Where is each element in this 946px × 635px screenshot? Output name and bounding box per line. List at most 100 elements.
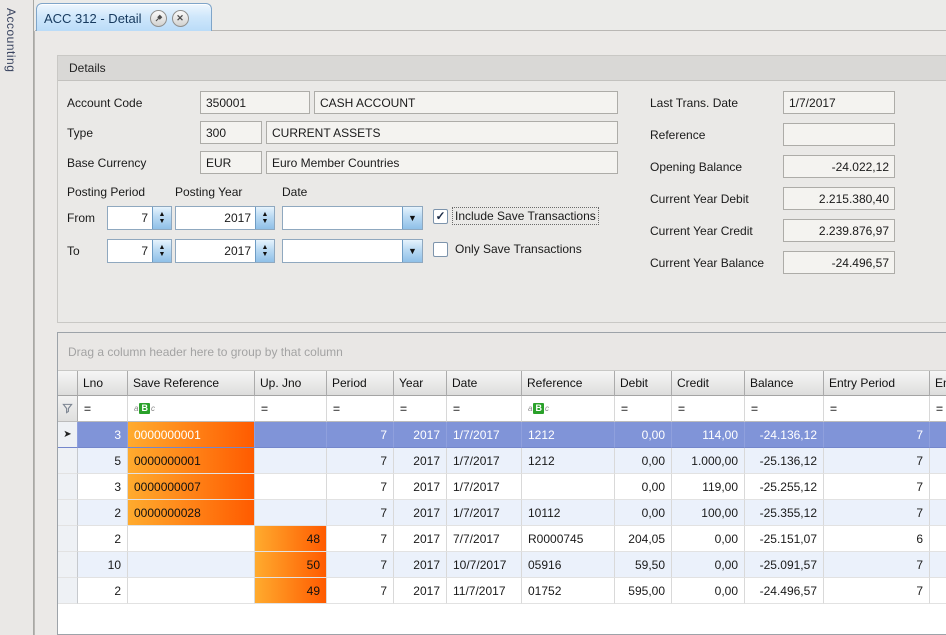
from-year-spin-buttons[interactable]: ▲▼ <box>255 207 274 229</box>
cell-debit[interactable]: 0,00 <box>615 500 672 526</box>
cell-period[interactable]: 7 <box>327 422 394 448</box>
cell-lno[interactable]: 5 <box>78 448 128 474</box>
cell-date[interactable]: 1/7/2017 <box>447 500 522 526</box>
sidebar-item-accounting[interactable]: Accounting <box>4 8 18 72</box>
column-header-debit[interactable]: Debit <box>615 371 672 396</box>
filter-cell-entry_period[interactable]: = <box>824 396 930 422</box>
cell-balance[interactable]: -24.136,12 <box>745 422 824 448</box>
column-header-up_jno[interactable]: Up. Jno <box>255 371 327 396</box>
cell-period[interactable]: 7 <box>327 500 394 526</box>
cell-year[interactable]: 2017 <box>394 500 447 526</box>
include-save-transactions-label[interactable]: Include Save Transactions <box>453 208 598 224</box>
group-by-panel[interactable]: Drag a column header here to group by th… <box>58 333 946 371</box>
cell-reference[interactable]: 1212 <box>522 448 615 474</box>
cell-save_ref[interactable] <box>128 552 255 578</box>
cell-reference[interactable]: R0000745 <box>522 526 615 552</box>
cell-balance[interactable]: -25.091,57 <box>745 552 824 578</box>
cell-year[interactable]: 2017 <box>394 474 447 500</box>
cell-period[interactable]: 7 <box>327 578 394 604</box>
column-header-reference[interactable]: Reference <box>522 371 615 396</box>
cell-year[interactable]: 2017 <box>394 526 447 552</box>
cell-date[interactable]: 7/7/2017 <box>447 526 522 552</box>
cell-period[interactable]: 7 <box>327 552 394 578</box>
from-period-spin-buttons[interactable]: ▲▼ <box>152 207 171 229</box>
cell-credit[interactable]: 119,00 <box>672 474 745 500</box>
cell-year[interactable]: 2017 <box>394 448 447 474</box>
table-row[interactable]: 20000000028720171/7/2017101120,00100,00-… <box>58 500 946 526</box>
cell-debit[interactable]: 595,00 <box>615 578 672 604</box>
close-icon[interactable]: ✕ <box>172 10 189 27</box>
filter-cell-up_jno[interactable]: = <box>255 396 327 422</box>
cell-lno[interactable]: 2 <box>78 526 128 552</box>
cell-save_ref[interactable]: 0000000007 <box>128 474 255 500</box>
chevron-down-icon[interactable]: ▼ <box>402 240 422 262</box>
spin-up-icon[interactable]: ▲ <box>262 245 269 251</box>
column-header-en[interactable]: En <box>930 371 946 396</box>
cell-lno[interactable]: 10 <box>78 552 128 578</box>
table-row[interactable]: 30000000007720171/7/20170,00119,00-25.25… <box>58 474 946 500</box>
cell-lno[interactable]: 3 <box>78 422 128 448</box>
cell-save_ref[interactable]: 0000000001 <box>128 422 255 448</box>
cell-period[interactable]: 7 <box>327 526 394 552</box>
from-year-stepper[interactable]: 2017 ▲▼ <box>175 206 275 230</box>
only-save-transactions-label[interactable]: Only Save Transactions <box>453 241 584 257</box>
type-code-input[interactable]: 300 <box>200 121 262 144</box>
only-save-transactions-checkbox[interactable] <box>433 242 448 257</box>
cell-entry_period[interactable]: 7 <box>824 474 930 500</box>
column-header-balance[interactable]: Balance <box>745 371 824 396</box>
filter-funnel-icon[interactable] <box>58 396 78 422</box>
column-header-year[interactable]: Year <box>394 371 447 396</box>
cell-debit[interactable]: 59,50 <box>615 552 672 578</box>
cell-up_jno[interactable] <box>255 448 327 474</box>
cell-balance[interactable]: -25.151,07 <box>745 526 824 552</box>
spin-down-icon[interactable]: ▼ <box>262 252 269 258</box>
cell-credit[interactable]: 100,00 <box>672 500 745 526</box>
filter-cell-year[interactable]: = <box>394 396 447 422</box>
cell-debit[interactable]: 0,00 <box>615 422 672 448</box>
cell-period[interactable]: 7 <box>327 448 394 474</box>
cell-balance[interactable]: -25.136,12 <box>745 448 824 474</box>
cell-lno[interactable]: 3 <box>78 474 128 500</box>
cell-balance[interactable]: -25.255,12 <box>745 474 824 500</box>
to-period-spin-buttons[interactable]: ▲▼ <box>152 240 171 262</box>
to-period-stepper[interactable]: 7 ▲▼ <box>107 239 172 263</box>
account-name-input[interactable]: CASH ACCOUNT <box>314 91 618 114</box>
spin-down-icon[interactable]: ▼ <box>159 219 166 225</box>
cell-balance[interactable]: -25.355,12 <box>745 500 824 526</box>
cell-save_ref[interactable] <box>128 578 255 604</box>
filter-cell-reference[interactable]: aBc <box>522 396 615 422</box>
to-date-combo[interactable]: ▼ <box>282 239 423 263</box>
cell-up_jno[interactable] <box>255 422 327 448</box>
type-desc-input[interactable]: CURRENT ASSETS <box>266 121 618 144</box>
column-header-lno[interactable]: Lno <box>78 371 128 396</box>
cell-debit[interactable]: 204,05 <box>615 526 672 552</box>
cell-period[interactable]: 7 <box>327 474 394 500</box>
cell-up_jno[interactable]: 48 <box>255 526 327 552</box>
currency-desc-input[interactable]: Euro Member Countries <box>266 151 618 174</box>
table-row[interactable]: ➤30000000001720171/7/201712120,00114,00-… <box>58 422 946 448</box>
table-row[interactable]: 248720177/7/2017R0000745204,050,00-25.15… <box>58 526 946 552</box>
cell-credit[interactable]: 1.000,00 <box>672 448 745 474</box>
cell-credit[interactable]: 114,00 <box>672 422 745 448</box>
cell-credit[interactable]: 0,00 <box>672 578 745 604</box>
filter-cell-date[interactable]: = <box>447 396 522 422</box>
cell-save_ref[interactable]: 0000000001 <box>128 448 255 474</box>
spin-down-icon[interactable]: ▼ <box>159 252 166 258</box>
cell-year[interactable]: 2017 <box>394 578 447 604</box>
cell-save_ref[interactable] <box>128 526 255 552</box>
cell-lno[interactable]: 2 <box>78 578 128 604</box>
filter-cell-debit[interactable]: = <box>615 396 672 422</box>
cell-en[interactable] <box>930 474 946 500</box>
cell-debit[interactable]: 0,00 <box>615 474 672 500</box>
to-year-stepper[interactable]: 2017 ▲▼ <box>175 239 275 263</box>
column-header-save_ref[interactable]: Save Reference <box>128 371 255 396</box>
to-year-spin-buttons[interactable]: ▲▼ <box>255 240 274 262</box>
filter-cell-credit[interactable]: = <box>672 396 745 422</box>
cell-en[interactable] <box>930 422 946 448</box>
cell-debit[interactable]: 0,00 <box>615 448 672 474</box>
cell-entry_period[interactable]: 7 <box>824 422 930 448</box>
cell-en[interactable] <box>930 552 946 578</box>
cell-en[interactable] <box>930 526 946 552</box>
column-header-date[interactable]: Date <box>447 371 522 396</box>
spin-up-icon[interactable]: ▲ <box>159 245 166 251</box>
